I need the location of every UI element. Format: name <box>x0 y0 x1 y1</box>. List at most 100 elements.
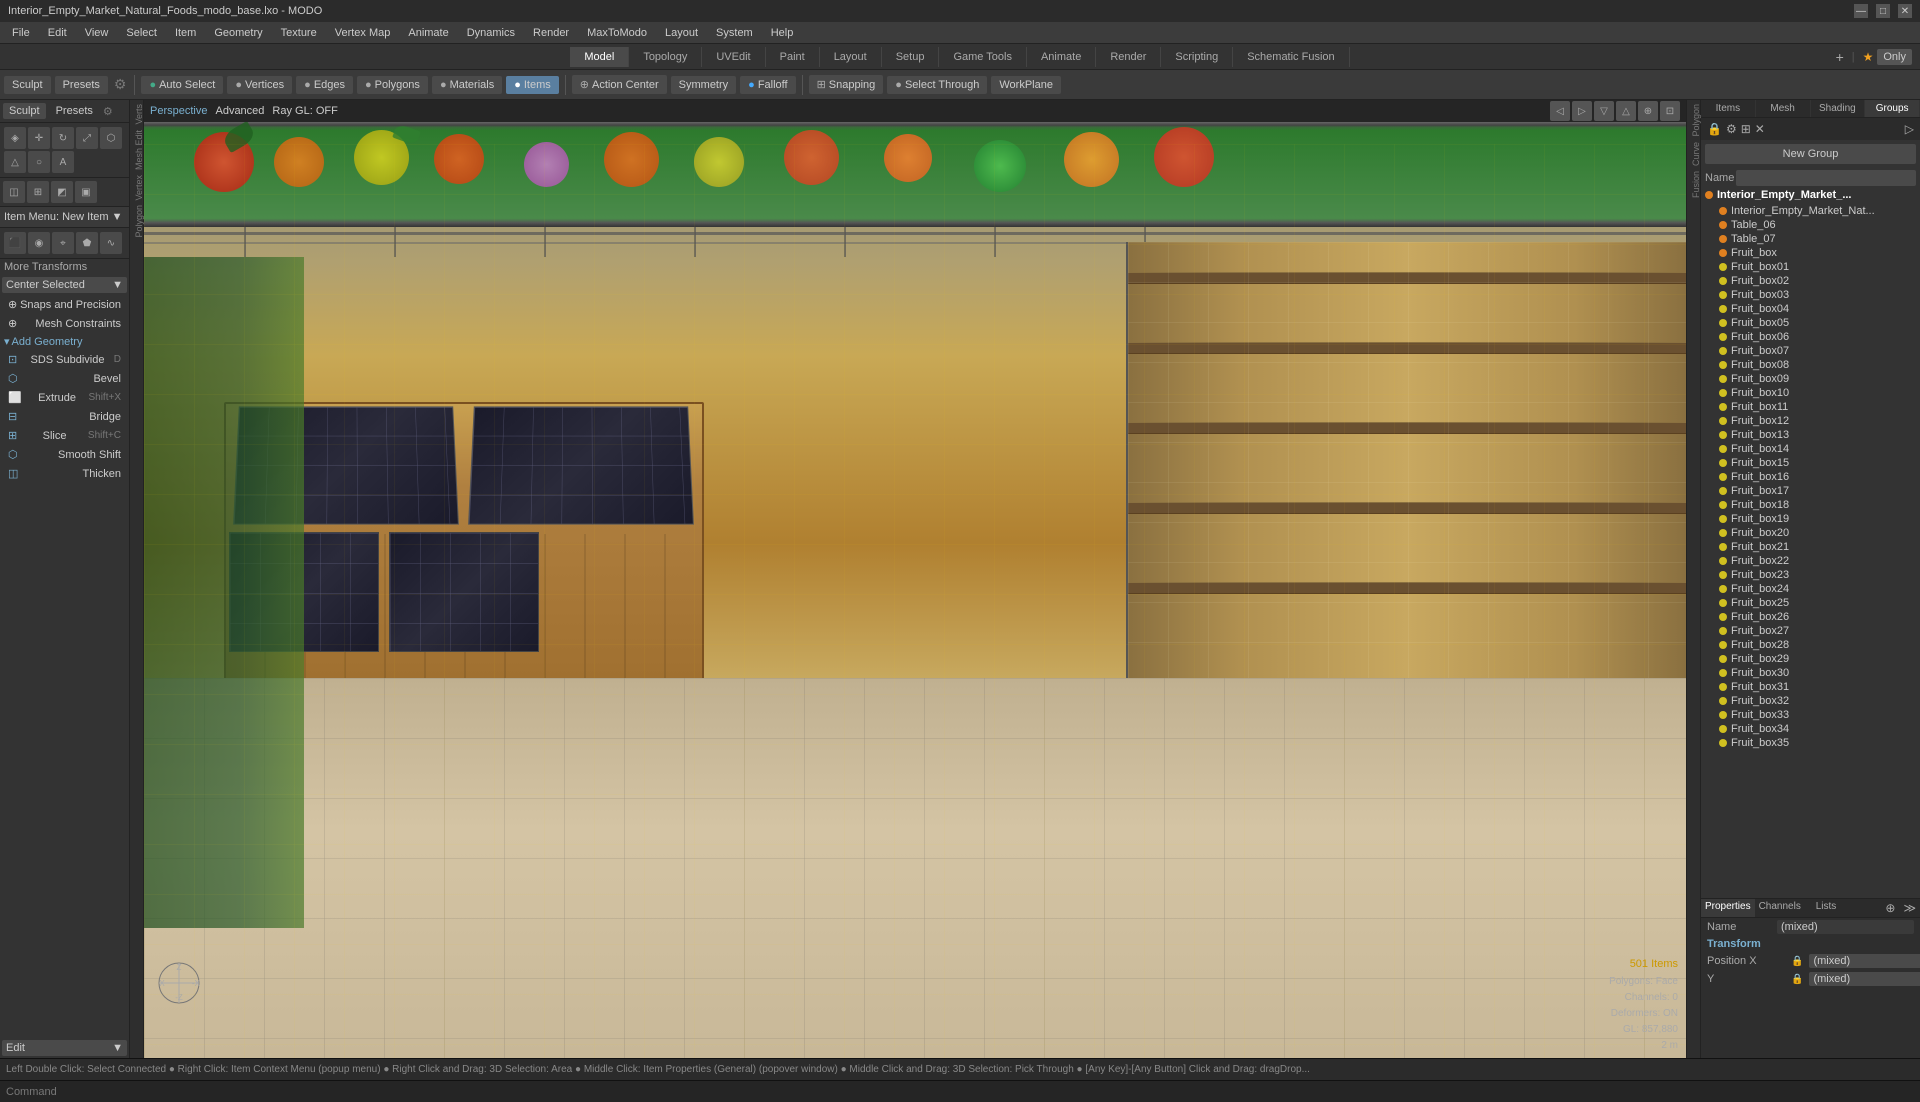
scene-item-fruitbox15[interactable]: Fruit_box15 <box>1703 456 1918 470</box>
scene-item-fruitbox30[interactable]: Fruit_box30 <box>1703 666 1918 680</box>
close-button[interactable]: ✕ <box>1898 4 1912 18</box>
3d-scene[interactable]: 501 Items Polygons: Face Channels: 0 Def… <box>144 122 1686 1058</box>
more-transforms-label[interactable]: More Transforms <box>0 259 129 275</box>
menu-select[interactable]: Select <box>118 25 165 41</box>
workplane-button[interactable]: WorkPlane <box>991 76 1061 94</box>
falloff-button[interactable]: ● Falloff <box>740 76 795 94</box>
scene-item-fruitbox07[interactable]: Fruit_box07 <box>1703 344 1918 358</box>
right-tab-items[interactable]: Items <box>1701 100 1756 117</box>
name-prop-value[interactable]: (mixed) <box>1777 920 1914 934</box>
icon-2-5[interactable]: ∿ <box>100 232 122 254</box>
menu-render[interactable]: Render <box>525 25 577 41</box>
snapping-button[interactable]: ⊞ Snapping <box>809 75 884 94</box>
position-y-lock-icon[interactable]: 🔒 <box>1791 974 1803 985</box>
tab-topology[interactable]: Topology <box>629 47 702 67</box>
strip-label-curve[interactable]: Curve <box>1689 140 1698 168</box>
presets-button[interactable]: Presets <box>55 76 108 94</box>
tab-setup[interactable]: Setup <box>882 47 940 67</box>
menu-animate[interactable]: Animate <box>400 25 456 41</box>
properties-expand-icon[interactable]: ⊕ <box>1881 899 1899 917</box>
icon-2-1[interactable]: ⬛ <box>4 232 26 254</box>
scene-item-fruitbox28[interactable]: Fruit_box28 <box>1703 638 1918 652</box>
viewport-advanced-label[interactable]: Advanced <box>215 105 264 117</box>
menu-geometry[interactable]: Geometry <box>206 25 270 41</box>
scene-item-fruitbox18[interactable]: Fruit_box18 <box>1703 498 1918 512</box>
scene-item-fruitbox09[interactable]: Fruit_box09 <box>1703 372 1918 386</box>
scene-item-fruitbox34[interactable]: Fruit_box34 <box>1703 722 1918 736</box>
thicken-item[interactable]: ◫ Thicken <box>0 464 129 483</box>
add-geometry-section[interactable]: ▾ Add Geometry <box>0 333 129 350</box>
scene-item-fruitbox21[interactable]: Fruit_box21 <box>1703 540 1918 554</box>
right-tab-mesh[interactable]: Mesh <box>1756 100 1811 117</box>
strip-label-mesh-edit[interactable]: Mesh Edit <box>132 128 141 172</box>
menu-help[interactable]: Help <box>763 25 802 41</box>
menu-edit[interactable]: Edit <box>40 25 75 41</box>
auto-select-button[interactable]: ● Auto Select <box>141 76 223 94</box>
scene-item-fruitbox20[interactable]: Fruit_box20 <box>1703 526 1918 540</box>
tool-icon-select[interactable]: ◈ <box>4 127 26 149</box>
strip-label-polygon[interactable]: Polygon <box>1689 102 1698 139</box>
sds-subdivide-item[interactable]: ⊡ SDS Subdivide D <box>0 350 129 369</box>
tab-model[interactable]: Model <box>570 47 629 67</box>
scene-item-table07[interactable]: Table_07 <box>1703 232 1918 246</box>
polygons-button[interactable]: ● Polygons <box>357 76 428 94</box>
icon-2-4[interactable]: ⬟ <box>76 232 98 254</box>
only-button[interactable]: Only <box>1877 49 1912 65</box>
scene-item-fruitbox11[interactable]: Fruit_box11 <box>1703 400 1918 414</box>
scene-item-fruitbox27[interactable]: Fruit_box27 <box>1703 624 1918 638</box>
materials-button[interactable]: ● Materials <box>432 76 502 94</box>
scene-root-item[interactable]: Interior_Empty_Market_... <box>1701 188 1920 202</box>
items-button[interactable]: ● Items <box>506 76 559 94</box>
tab-schematic-fusion[interactable]: Schematic Fusion <box>1233 47 1349 67</box>
scene-item-fruitbox35[interactable]: Fruit_box35 <box>1703 736 1918 750</box>
tool-icon-left-2[interactable]: ⊞ <box>27 181 49 203</box>
smooth-shift-item[interactable]: ⬡ Smooth Shift <box>0 445 129 464</box>
strip-label-verts[interactable]: Verts <box>132 102 141 127</box>
icon-2-3[interactable]: ⌖ <box>52 232 74 254</box>
scene-item-fruitbox10[interactable]: Fruit_box10 <box>1703 386 1918 400</box>
tool-icon-5[interactable]: ⬡ <box>100 127 122 149</box>
center-selected-dropdown[interactable]: Center Selected ▼ <box>2 277 127 293</box>
new-group-button[interactable]: New Group <box>1705 144 1916 164</box>
menu-texture[interactable]: Texture <box>273 25 325 41</box>
right-settings-icon[interactable]: ⚙ <box>1724 120 1739 138</box>
name-search-input[interactable] <box>1736 170 1916 186</box>
scene-item-fruitbox19[interactable]: Fruit_box19 <box>1703 512 1918 526</box>
menu-file[interactable]: File <box>4 25 38 41</box>
tab-layout[interactable]: Layout <box>820 47 882 67</box>
bevel-item[interactable]: ⬡ Bevel <box>0 369 129 388</box>
snaps-precision-item[interactable]: ⊕ Snaps and Precision <box>0 295 129 314</box>
menu-item[interactable]: Item <box>167 25 204 41</box>
tool-icon-move[interactable]: ✛ <box>28 127 50 149</box>
icon-2-2[interactable]: ◉ <box>28 232 50 254</box>
prop-tab-channels[interactable]: Channels <box>1755 899 1805 917</box>
scene-item-table06[interactable]: Table_06 <box>1703 218 1918 232</box>
scene-item-fruitbox13[interactable]: Fruit_box13 <box>1703 428 1918 442</box>
scene-item-fruitbox16[interactable]: Fruit_box16 <box>1703 470 1918 484</box>
scene-item-fruitbox05[interactable]: Fruit_box05 <box>1703 316 1918 330</box>
scene-item-fruitbox17[interactable]: Fruit_box17 <box>1703 484 1918 498</box>
minimize-button[interactable]: — <box>1854 4 1868 18</box>
presets-panel-button[interactable]: Presets <box>50 103 99 119</box>
maximize-button[interactable]: □ <box>1876 4 1890 18</box>
scene-item-fruitbox29[interactable]: Fruit_box29 <box>1703 652 1918 666</box>
tool-icon-left-3[interactable]: ◩ <box>51 181 73 203</box>
scene-item-fruitbox03[interactable]: Fruit_box03 <box>1703 288 1918 302</box>
action-center-button[interactable]: ⊕ Action Center <box>572 75 667 94</box>
menu-dynamics[interactable]: Dynamics <box>459 25 523 41</box>
scene-item-fruitbox08[interactable]: Fruit_box08 <box>1703 358 1918 372</box>
scene-item-fruitbox26[interactable]: Fruit_box26 <box>1703 610 1918 624</box>
tool-icon-7[interactable]: ○ <box>28 151 50 173</box>
menu-vertex-map[interactable]: Vertex Map <box>327 25 399 41</box>
tab-uvedit[interactable]: UVEdit <box>702 47 765 67</box>
scene-item-fruitbox[interactable]: Fruit_box <box>1703 246 1918 260</box>
sculpt-button[interactable]: Sculpt <box>4 76 51 94</box>
menu-maxtomodo[interactable]: MaxToModo <box>579 25 655 41</box>
position-x-lock-icon[interactable]: 🔒 <box>1791 956 1803 967</box>
menu-view[interactable]: View <box>77 25 117 41</box>
prop-tab-lists[interactable]: Lists <box>1805 899 1847 917</box>
right-expand-icon[interactable]: ⊞ <box>1739 120 1753 138</box>
position-x-input[interactable] <box>1809 954 1920 968</box>
position-y-input[interactable] <box>1809 972 1920 986</box>
edges-button[interactable]: ● Edges <box>296 76 353 94</box>
